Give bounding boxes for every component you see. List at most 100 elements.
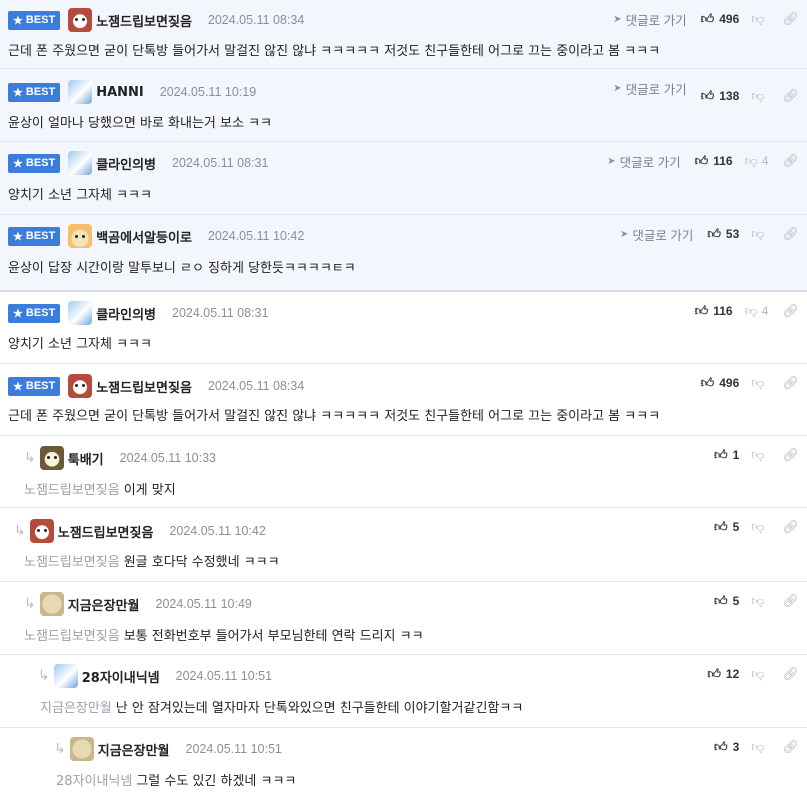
thumbs-down-icon: 👎︎ [751, 11, 765, 26]
timestamp: 2024.05.11 10:51 [185, 742, 282, 756]
fox-icon[interactable] [68, 224, 93, 248]
comment: ★ BEST 노잼드립보면짖음 2024.05.11 08:34 👍︎ 496 👎︎… [0, 364, 807, 436]
best-badge: ★ BEST [8, 153, 61, 173]
comment-meta: ↳ 지금은장만월 2024.05.11 10:51 [54, 737, 282, 761]
timestamp: 2024.05.11 10:42 [207, 229, 305, 243]
comment-text: 28자이내닉넴 그럴 수도 있긴 하겠네 ㅋㅋㅋ [56, 774, 297, 789]
dog-icon[interactable] [68, 8, 93, 32]
thumbs-up-icon: 👍︎ [714, 519, 728, 534]
dislike-button[interactable]: 👎︎ [751, 11, 768, 27]
comment-meta: ★ BEST 클라인의병 2024.05.11 08:31 [8, 301, 268, 325]
link-icon[interactable]: 🔗︎ [782, 375, 799, 391]
timestamp: 2024.05.11 10:51 [175, 669, 273, 683]
mention[interactable]: 노잼드립보면짖음 [24, 555, 120, 570]
dislike-button[interactable]: 👎︎ [751, 88, 768, 104]
dog-icon[interactable] [68, 374, 93, 398]
link-icon[interactable]: 🔗︎ [782, 739, 799, 755]
comment-meta: ★ BEST 노잼드립보면짖음 2024.05.11 08:34 [8, 374, 305, 398]
bear-icon[interactable] [39, 446, 64, 470]
comment-actions: 👍︎ 1 👎︎ 🔗︎ [714, 445, 799, 465]
dislike-button[interactable]: 👎︎ [751, 666, 768, 682]
nickname[interactable]: 노잼드립보면짖음 [96, 377, 192, 396]
like-button[interactable]: 👍︎ 496 [701, 11, 740, 27]
bunny-icon[interactable] [68, 80, 93, 104]
thumbs-down-icon: 👎︎ [751, 447, 765, 462]
nickname[interactable]: 28자이내닉넴 [82, 667, 160, 686]
comment: ★ BEST 클라인의병 2024.05.11 08:31 👍︎ 116 👎︎ 4 🔗… [0, 291, 807, 364]
bottle-icon[interactable] [68, 301, 93, 325]
dislike-button[interactable]: 👎︎ [751, 593, 768, 609]
timestamp: 2024.05.11 10:19 [159, 85, 257, 99]
timestamp: 2024.05.11 10:42 [169, 524, 266, 538]
goto-comment-button[interactable]: ➤ 댓글로 가기 [620, 225, 693, 244]
star-icon: ★ [13, 230, 23, 243]
link-icon[interactable]: 🔗︎ [782, 226, 799, 242]
dislike-button[interactable]: 👎︎ [751, 226, 768, 242]
reply-arrow-icon: ↳ [24, 596, 36, 612]
timestamp: 2024.05.11 08:34 [207, 379, 305, 393]
nickname[interactable]: 노잼드립보면짖음 [96, 11, 192, 30]
dislike-button[interactable]: 👎︎ [751, 375, 768, 391]
mention[interactable]: 노잼드립보면짖음 [24, 629, 120, 644]
like-button[interactable]: 👍︎ 116 [695, 303, 733, 319]
link-icon[interactable]: 🔗︎ [782, 153, 799, 169]
like-button[interactable]: 👍︎ 496 [701, 375, 740, 391]
timestamp: 2024.05.11 08:31 [172, 156, 269, 170]
dislike-button[interactable]: 👎︎ [751, 447, 768, 463]
thumbs-down-icon: 👎︎ [744, 153, 758, 168]
thumbs-up-icon: 👍︎ [714, 593, 728, 608]
link-icon[interactable]: 🔗︎ [782, 88, 799, 104]
reply-arrow-icon: ↳ [24, 450, 36, 466]
like-button[interactable]: 👍︎ 5 [714, 519, 739, 535]
sheep-icon[interactable] [39, 592, 64, 616]
thumbs-up-icon: 👍︎ [694, 153, 709, 168]
mention[interactable]: 지금은장만월 [40, 701, 112, 716]
like-button[interactable]: 👍︎ 116 [695, 153, 733, 169]
dislike-button[interactable]: 👎︎ 4 [745, 303, 769, 319]
link-icon[interactable]: 🔗︎ [782, 447, 799, 463]
goto-comment-button[interactable]: ➤ 댓글로 가기 [613, 79, 686, 98]
mention[interactable]: 28자이내닉넴 [56, 774, 132, 789]
dog-icon[interactable] [29, 519, 54, 543]
like-button[interactable]: 👍︎ 5 [714, 593, 739, 609]
comment-meta: ↳ 노잼드립보면짖음 2024.05.11 10:42 [14, 519, 266, 543]
sheep-icon[interactable] [69, 737, 94, 761]
bottle-icon[interactable] [68, 151, 93, 175]
link-icon[interactable]: 🔗︎ [782, 303, 799, 319]
timestamp: 2024.05.11 08:34 [207, 13, 305, 27]
nickname[interactable]: 노잼드립보면짖음 [58, 522, 154, 541]
reply: ↳ 노잼드립보면짖음 2024.05.11 10:42 👍︎ 5 👎︎ 🔗︎ 노잼… [0, 508, 807, 582]
like-button[interactable]: 👍︎ 138 [701, 88, 740, 104]
link-icon[interactable]: 🔗︎ [782, 11, 799, 27]
like-button[interactable]: 👍︎ 1 [714, 447, 739, 463]
best-badge: ★ BEST [8, 376, 61, 396]
best-badge: ★ BEST [8, 226, 61, 246]
comment-text: 노잼드립보면짖음 보통 전화번호부 들어가서 부모님한테 연락 드리지 ㅋㅋ [24, 629, 424, 644]
goto-comment-button[interactable]: ➤ 댓글로 가기 [613, 10, 686, 29]
nickname[interactable]: 클라인의병 [96, 304, 156, 323]
comment-actions: ➤ 댓글로 가기 👍︎ 116 👎︎ 4 🔗︎ [607, 151, 799, 171]
nickname[interactable]: 클라인의병 [96, 154, 156, 173]
thumbs-down-icon: 👎︎ [751, 593, 765, 608]
bottle-icon[interactable] [53, 664, 78, 688]
mention[interactable]: 노잼드립보면짖음 [24, 483, 120, 498]
nickname[interactable]: 백곰에서알등이로 [96, 227, 192, 246]
like-button[interactable]: 👍︎ 12 [707, 666, 739, 682]
dislike-button[interactable]: 👎︎ 4 [745, 153, 769, 169]
dislike-button[interactable]: 👎︎ [751, 739, 768, 755]
best-comment: ★ BEST 노잼드립보면짖음 2024.05.11 08:34 ➤ 댓글로 가기 … [0, 0, 807, 69]
link-icon[interactable]: 🔗︎ [782, 593, 799, 609]
link-icon[interactable]: 🔗︎ [782, 519, 799, 535]
nickname[interactable]: 지금은장만월 [98, 740, 170, 759]
nickname[interactable]: HANNI [96, 85, 144, 100]
like-button[interactable]: 👍︎ 3 [714, 739, 739, 755]
nickname[interactable]: 툭배기 [68, 449, 104, 468]
like-button[interactable]: 👍︎ 53 [707, 226, 739, 242]
link-icon[interactable]: 🔗︎ [782, 666, 799, 682]
dislike-button[interactable]: 👎︎ [751, 519, 768, 535]
best-badge: ★ BEST [8, 10, 61, 30]
goto-comment-button[interactable]: ➤ 댓글로 가기 [607, 152, 680, 171]
comment-actions: 👍︎ 496 👎︎ 🔗︎ [701, 373, 799, 393]
nickname[interactable]: 지금은장만월 [68, 595, 140, 614]
send-icon: ➤ [607, 155, 616, 167]
